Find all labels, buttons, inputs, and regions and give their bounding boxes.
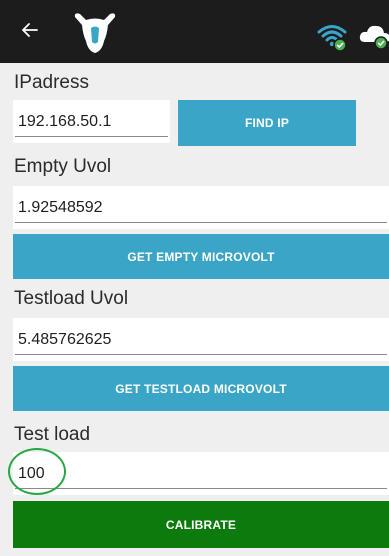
cow-head-icon	[74, 13, 116, 53]
test-load-field[interactable]	[13, 452, 389, 495]
arrow-left-icon	[22, 23, 38, 37]
app-bar	[0, 0, 389, 63]
test-load-label: Test load	[14, 424, 91, 445]
ip-address-field[interactable]	[13, 100, 170, 143]
testload-uvol-label: Testload Uvol	[14, 288, 129, 309]
ip-underline	[15, 136, 168, 137]
back-button[interactable]	[18, 18, 42, 42]
get-empty-microvolt-button[interactable]: GET EMPTY MICROVOLT	[13, 234, 389, 279]
ip-address-label: IPadress	[14, 72, 89, 93]
calibrate-button[interactable]: CALIBRATE	[13, 501, 389, 548]
get-testload-microvolt-button[interactable]: GET TESTLOAD MICROVOLT	[13, 366, 389, 411]
find-ip-button[interactable]: FIND IP	[178, 100, 356, 146]
cloud-connected-icon	[359, 25, 389, 50]
highlight-circle-annotation	[8, 448, 66, 495]
test-load-underline	[15, 488, 387, 489]
testload-uvol-underline	[15, 354, 387, 355]
testload-uvol-field[interactable]	[13, 318, 389, 361]
empty-uvol-label: Empty Uvol	[14, 156, 112, 177]
wifi-connected-icon	[317, 25, 347, 52]
empty-uvol-underline	[15, 222, 387, 223]
empty-uvol-field[interactable]	[13, 186, 389, 229]
